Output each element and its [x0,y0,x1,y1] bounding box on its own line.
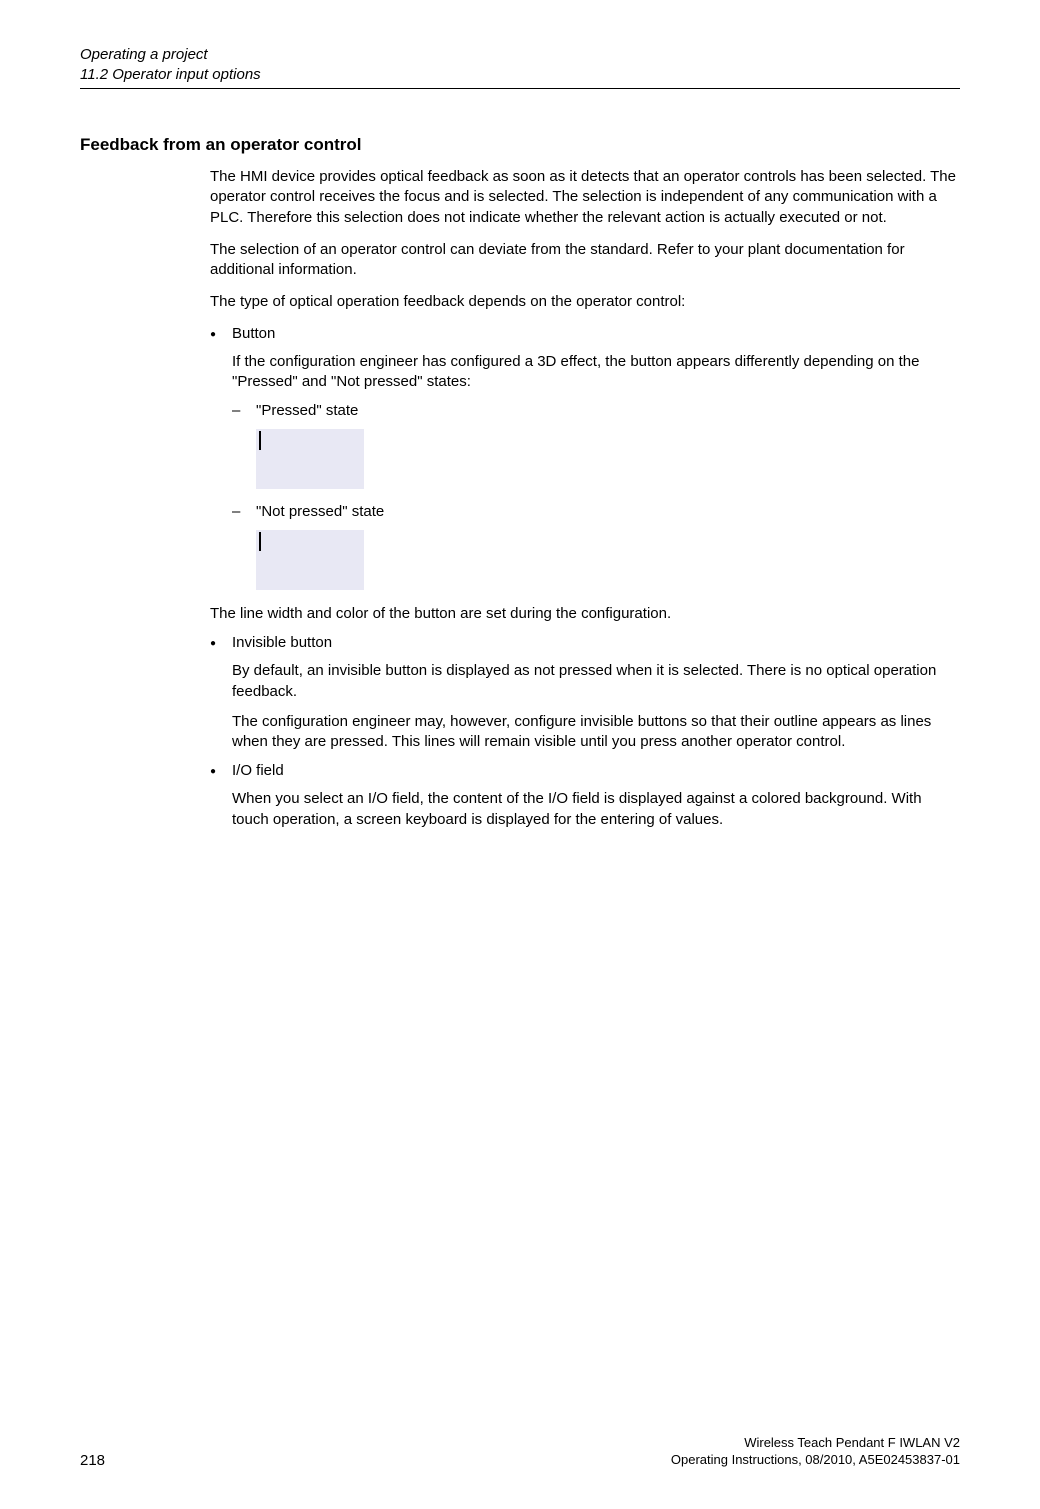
section-title: Feedback from an operator control [80,135,960,155]
bullet-after: The line width and color of the button a… [210,604,960,624]
bullet-list: Button If the configuration engineer has… [210,325,960,830]
footer-right: Wireless Teach Pendant F IWLAN V2 Operat… [80,1434,960,1469]
notpressed-button-image [256,530,960,590]
footer-right-2: Operating Instructions, 08/2010, A5E0245… [80,1451,960,1469]
bullet-body: When you select an I/O field, the conten… [232,789,960,830]
bullet-body-1: By default, an invisible button is displ… [232,661,960,702]
bullet-body-2: The configuration engineer may, however,… [232,712,960,753]
footer-page-number: 218 [80,1452,105,1469]
bullet-invisible: Invisible button By default, an invisibl… [210,634,960,752]
bullet-label: I/O field [232,762,960,779]
header-line-1: Operating a project [80,45,261,65]
intro-para-2: The selection of an operator control can… [210,240,960,281]
button-notpressed-icon [256,530,364,590]
header-rule [80,88,960,89]
sub-list-2: "Not pressed" state [232,503,960,520]
pressed-button-image [256,429,960,489]
button-notpressed-inner [259,532,261,551]
bullet-io-field: I/O field When you select an I/O field, … [210,762,960,830]
bullet-label: Invisible button [232,634,960,651]
header-line-2: 11.2 Operator input options [80,65,261,85]
bullet-button: Button If the configuration engineer has… [210,325,960,625]
intro-para-3: The type of optical operation feedback d… [210,292,960,312]
body: The HMI device provides optical feedback… [210,167,960,830]
button-pressed-inner [259,431,261,450]
sub-notpressed-label: "Not pressed" state [256,503,384,520]
sub-notpressed: "Not pressed" state [232,503,960,520]
sub-list: "Pressed" state [232,402,960,419]
content: Feedback from an operator control The HM… [80,135,960,840]
sub-pressed: "Pressed" state [232,402,960,419]
footer-right-1: Wireless Teach Pendant F IWLAN V2 [80,1434,960,1452]
intro-para-1: The HMI device provides optical feedback… [210,167,960,228]
sub-pressed-label: "Pressed" state [256,402,358,419]
footer: 218 Wireless Teach Pendant F IWLAN V2 Op… [80,1434,960,1469]
bullet-label: Button [232,325,960,342]
page-header: Operating a project 11.2 Operator input … [80,45,261,84]
bullet-body: If the configuration engineer has config… [232,352,960,393]
button-pressed-icon [256,429,364,489]
